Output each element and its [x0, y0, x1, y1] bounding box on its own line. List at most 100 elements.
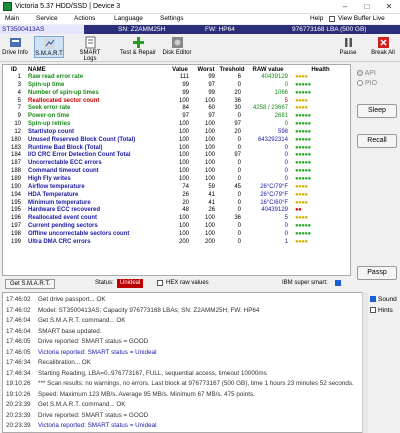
view-buffer-live-checkbox[interactable] — [329, 16, 335, 22]
cell-id: 196 — [10, 215, 21, 222]
table-row[interactable]: 12 Start/stop count 100 100 20 598 ●●●●● — [3, 129, 350, 137]
device-model[interactable]: ST3500413AS — [0, 25, 84, 34]
col-worst[interactable]: Worst — [193, 65, 219, 74]
break-all-button[interactable]: Break All — [368, 36, 398, 56]
cell-worst: 26 — [208, 207, 215, 214]
col-threshold[interactable]: Treshold — [219, 65, 245, 74]
menu-language[interactable]: Language — [114, 15, 143, 22]
pio-radio[interactable]: PIO — [357, 80, 377, 87]
menu-actions[interactable]: Actions — [74, 15, 95, 22]
status-bar: Get S.M.A.R.T. Status: Unideal HEX raw v… — [2, 278, 351, 290]
cell-threshold: 0 — [237, 81, 241, 88]
get-smart-button[interactable]: Get S.M.A.R.T. — [5, 279, 55, 289]
hex-raw-checkbox[interactable] — [157, 280, 163, 286]
api-radio[interactable]: API — [357, 70, 376, 77]
table-row[interactable]: 9 Power-on time 97 97 0 2681 ●●●●● — [3, 113, 350, 121]
table-row[interactable]: 188 Command timeout count 100 100 0 0 ●●●●● — [3, 168, 350, 176]
cell-name: HDA Temperature — [28, 191, 79, 198]
table-row[interactable]: 187 Uncorrectable ECC errors 100 100 0 0 ●●●●● — [3, 160, 350, 168]
hints-checkbox[interactable] — [370, 307, 376, 314]
recall-button[interactable]: Recall — [357, 134, 397, 148]
log-entry: 20:23:39 Drive reported: SMART status = G… — [3, 411, 363, 420]
cell-threshold: 0 — [237, 230, 241, 237]
table-row[interactable]: 1 Raw read error rate 111 99 6 40439129 ●●●● — [3, 74, 350, 82]
log-entry: 20:23:39 Get S.M.A.R.T. command... OK — [3, 400, 363, 409]
cell-threshold: 0 — [237, 144, 241, 151]
table-row[interactable]: 196 Reallocated event count 100 100 36 5 ●●●● — [3, 215, 350, 223]
cell-name: High Fly writes — [28, 175, 71, 182]
cell-name: Offline uncorrectable sectors count — [28, 230, 130, 237]
side-panel: API PIO Sleep Recall Passp — [352, 64, 400, 290]
table-row[interactable]: 198 Offline uncorrectable sectors count 10… — [3, 231, 350, 239]
drive-info-button[interactable]: Drive Info — [2, 36, 28, 56]
smart-logs-button[interactable]: SMART Logs — [73, 36, 107, 62]
col-health[interactable]: Health — [291, 65, 350, 74]
cell-raw: 1066 — [274, 89, 288, 96]
sound-option[interactable]: Sound — [370, 296, 397, 303]
disk-editor-button[interactable]: Disk Editor — [160, 36, 194, 56]
log-entry: 17:46:05 Drive reported: SMART status = G… — [3, 337, 363, 346]
pause-button[interactable]: Pause — [336, 36, 360, 56]
log-message: Drive reported: SMART status = GOOD — [38, 338, 149, 345]
minimize-button[interactable]: – — [334, 0, 356, 14]
cell-value: 100 — [178, 128, 189, 135]
table-row[interactable]: 7 Seek error rate 84 60 30 4258 / 23667 ●●●● — [3, 105, 350, 113]
hints-option[interactable]: Hints — [370, 307, 393, 314]
table-row[interactable]: 3 Spin-up time 99 97 0 0 ●●●●● — [3, 82, 350, 90]
table-row[interactable]: 184 I/O CRC Error Detection Count Total 10… — [3, 152, 350, 160]
sleep-button[interactable]: Sleep — [357, 104, 397, 118]
log-time: 17:46:34 — [6, 359, 31, 366]
table-row[interactable]: 4 Number of spin-up times 99 99 20 1066 ●●●●● — [3, 90, 350, 98]
log-options: Sound Hints — [368, 292, 400, 433]
sound-checkbox[interactable] — [370, 296, 376, 303]
passp-button[interactable]: Passp — [357, 266, 397, 280]
menu-main[interactable]: Main — [5, 15, 19, 22]
maximize-button[interactable]: □ — [356, 0, 378, 14]
col-name[interactable]: NAME — [25, 65, 167, 74]
col-id[interactable]: ID — [3, 65, 25, 74]
col-value[interactable]: Value — [167, 65, 193, 74]
device-firmware: FW: HP64 — [205, 26, 235, 33]
menu-help[interactable]: Help — [310, 15, 323, 22]
cell-id: 190 — [10, 183, 21, 190]
cell-health: ●●●● — [295, 183, 308, 190]
cell-value: 100 — [178, 121, 189, 128]
menu-service[interactable]: Service — [36, 15, 58, 22]
table-row[interactable]: 197 Current pending sectors 100 100 0 0 ●●●●● — [3, 223, 350, 231]
table-row[interactable]: 5 Reallocated sector count 100 100 36 5 ●●●● — [3, 98, 350, 106]
cell-worst: 100 — [204, 160, 215, 167]
table-row[interactable]: 199 Ultra DMA CRC errors 200 200 0 1 ●●●● — [3, 239, 350, 247]
table-row[interactable]: 183 Runtime Bad Block (Total) 100 100 0 0 ●●●●… — [3, 145, 350, 153]
close-button[interactable]: ✕ — [378, 0, 400, 14]
cell-threshold: 36 — [234, 215, 241, 222]
table-row[interactable]: 195 Minimum temperature 20 41 0 16°C/60°F ●●●● — [3, 200, 350, 208]
table-row[interactable]: 190 Airflow temperature 74 59 45 26°C/79°F ●●●… — [3, 184, 350, 192]
cell-health: ●●●● — [295, 74, 308, 80]
menu-settings[interactable]: Settings — [160, 15, 184, 22]
cell-health: ●●●●● — [295, 175, 311, 182]
table-row[interactable]: 189 High Fly writes 100 100 0 0 ●●●●● — [3, 176, 350, 184]
cell-name: Command timeout count — [28, 168, 99, 175]
cell-worst: 100 — [204, 215, 215, 222]
col-raw[interactable]: RAW value — [245, 65, 291, 74]
cell-worst: 41 — [208, 199, 215, 206]
cell-value: 100 — [178, 136, 189, 143]
ibm-super-smart-checkbox[interactable] — [335, 280, 341, 286]
cell-health: ●● — [295, 207, 302, 214]
window-title: Victoria 5.37 HDD/SSD | Device 3 — [15, 3, 121, 10]
cell-raw: 4258 / 23667 — [252, 105, 288, 112]
cell-raw: 40439129 — [261, 74, 288, 80]
cell-threshold: 97 — [234, 152, 241, 159]
cell-value: 97 — [182, 113, 189, 120]
table-row[interactable]: 180 Unused Reserved Block Count (Total) 10… — [3, 137, 350, 145]
table-row[interactable]: 195 Hardware ECC recovered 48 26 0 40439129 ●● — [3, 207, 350, 215]
device-capacity: 976773168 LBA (500 GB) — [292, 26, 367, 33]
cell-name: Start/stop count — [28, 128, 74, 135]
cell-id: 4 — [17, 89, 21, 96]
cell-id: 198 — [10, 230, 21, 237]
test-repair-button[interactable]: Test & Repair — [117, 36, 159, 56]
smart-button[interactable]: S.M.A.R.T — [34, 36, 64, 58]
cell-raw: 0 — [284, 121, 288, 128]
table-row[interactable]: 194 HDA Temperature 26 41 0 26°C/79°F ●●●● — [3, 192, 350, 200]
table-row[interactable]: 10 Spin-up retries 100 100 97 0 ●●●●● — [3, 121, 350, 129]
